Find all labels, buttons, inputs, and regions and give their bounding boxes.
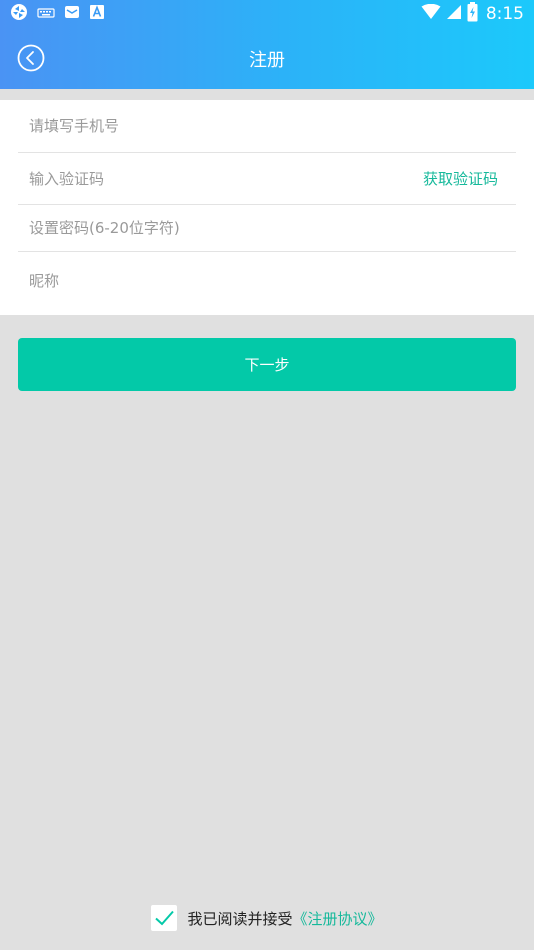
mail-icon <box>64 4 80 24</box>
agreement-text: 我已阅读并接受 <box>187 909 293 928</box>
register-form: 获取验证码 <box>0 100 534 315</box>
battery-icon <box>467 2 478 26</box>
nickname-input[interactable] <box>18 252 409 310</box>
a-letter-icon <box>89 4 105 24</box>
status-bar: 8:15 <box>0 0 534 28</box>
nickname-field-row <box>18 252 516 310</box>
agreement-link[interactable]: 《注册协议》 <box>293 908 383 929</box>
agreement-checkbox[interactable] <box>151 905 178 931</box>
signal-icon <box>446 4 462 24</box>
keyboard-icon <box>37 5 55 24</box>
verification-code-input[interactable] <box>18 153 409 204</box>
password-field-row <box>18 205 516 252</box>
next-step-button[interactable]: 下一步 <box>18 338 516 391</box>
phone-input[interactable] <box>18 100 409 152</box>
checkmark-icon <box>155 910 175 926</box>
page-title: 注册 <box>249 50 285 71</box>
agreement-row: 我已阅读并接受 《注册协议》 <box>0 904 534 932</box>
app-header: 8:15 注册 <box>0 0 534 89</box>
vpn-icon <box>10 3 28 25</box>
get-code-button[interactable]: 获取验证码 <box>423 153 498 204</box>
wifi-icon <box>421 3 441 24</box>
status-time: 8:15 <box>485 4 524 24</box>
status-bar-system: 8:15 <box>421 2 524 26</box>
phone-field-row <box>18 100 516 153</box>
code-field-row: 获取验证码 <box>18 153 516 205</box>
password-input[interactable] <box>18 205 409 251</box>
status-bar-notifications <box>10 4 105 24</box>
nav-bar: 注册 <box>0 36 534 80</box>
